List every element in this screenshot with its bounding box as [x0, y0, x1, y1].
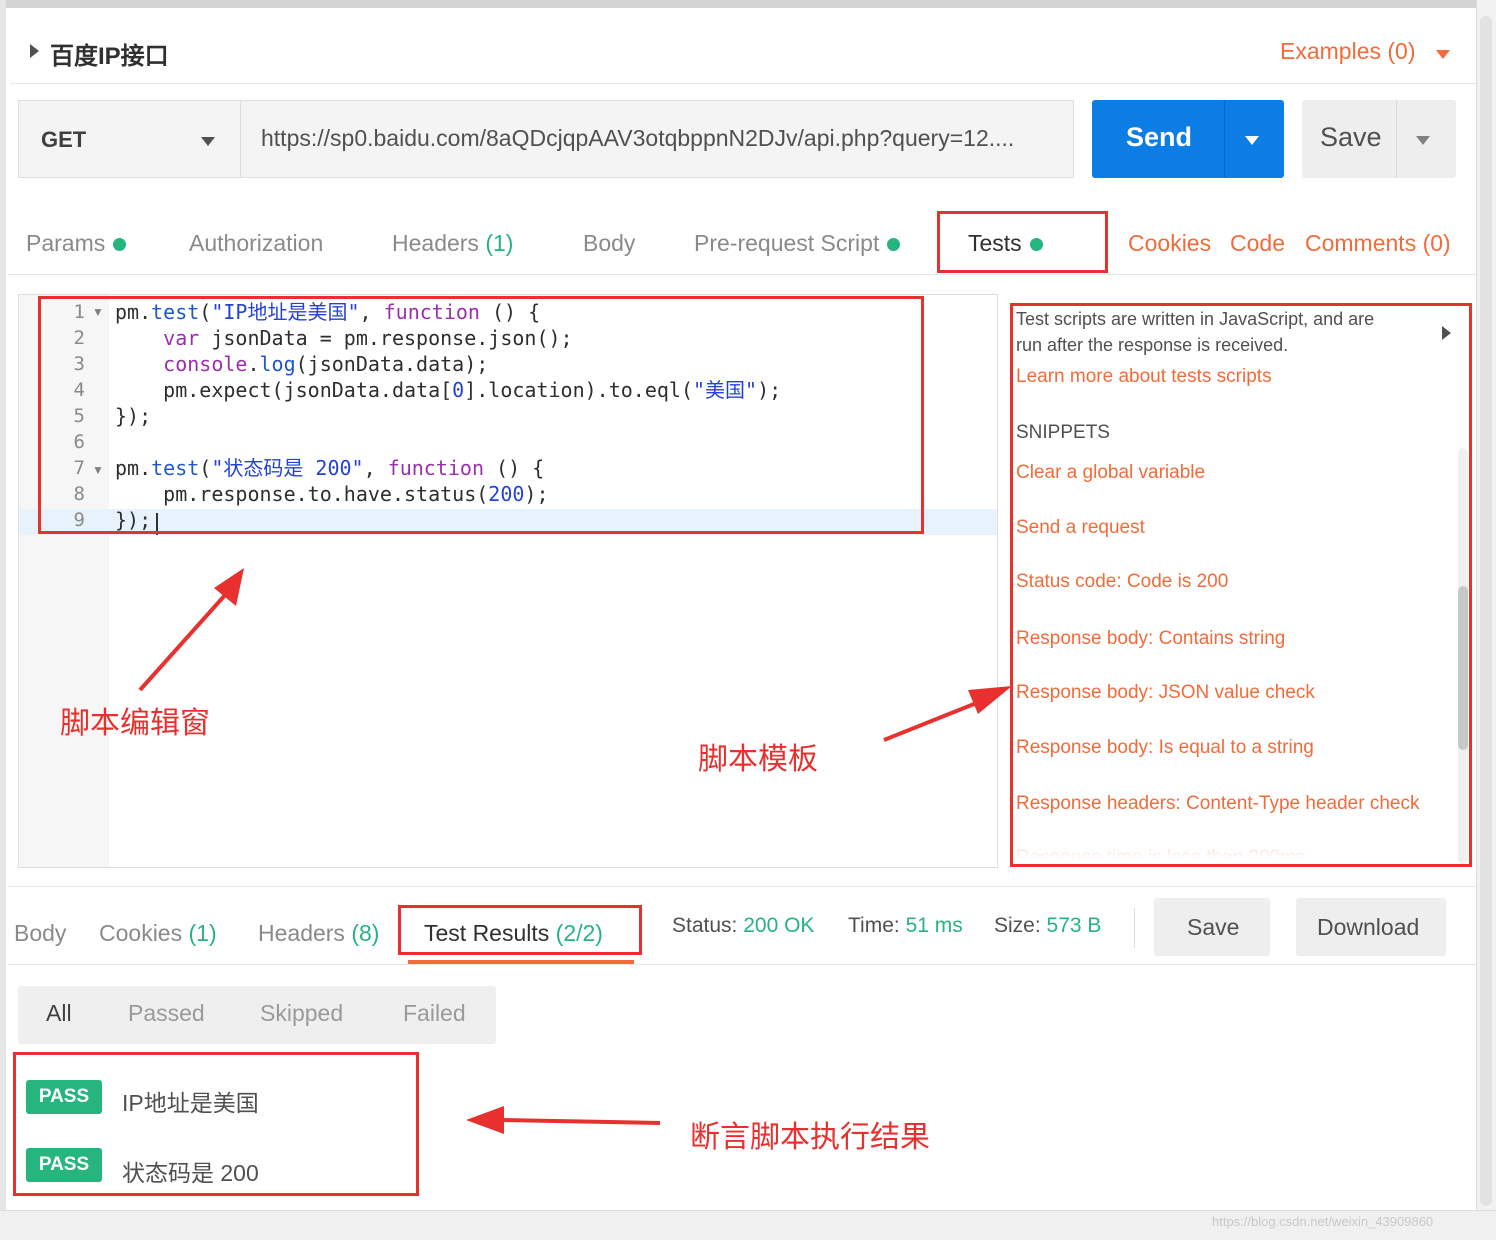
watermark: https://blog.csdn.net/weixin_43909860 — [1212, 1214, 1434, 1229]
arrowhead-results — [466, 1106, 504, 1134]
arrowhead-snippets — [968, 686, 1012, 714]
arrow-to-results — [499, 1118, 661, 1125]
arrow-to-snippets — [883, 698, 985, 742]
annotation-arrows — [138, 568, 1012, 1134]
arrow-to-editor — [138, 592, 228, 692]
